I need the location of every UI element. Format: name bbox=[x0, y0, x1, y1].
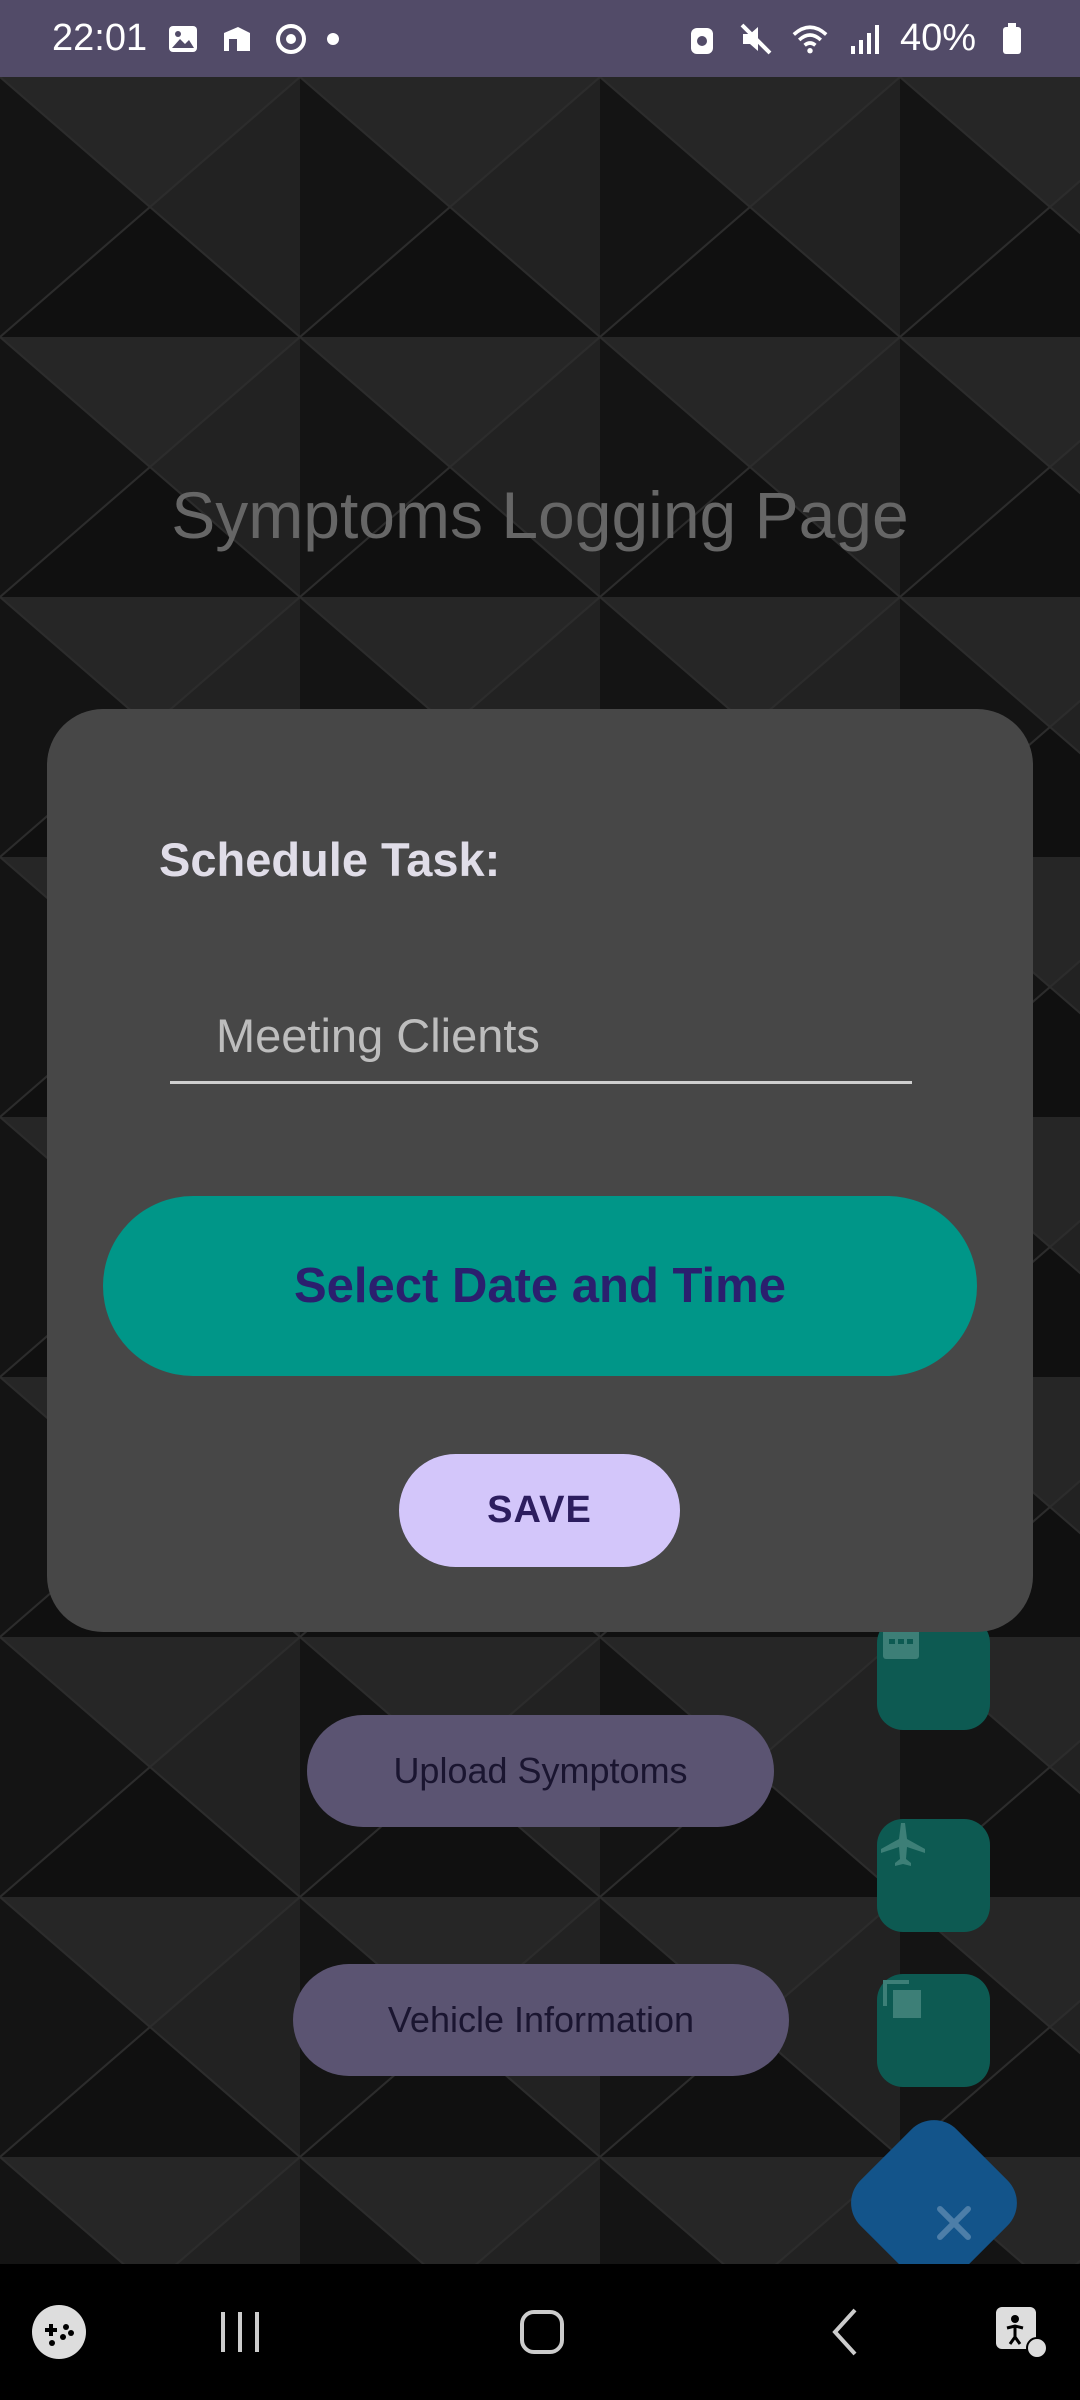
task-input-container bbox=[170, 989, 912, 1084]
signal-icon bbox=[846, 21, 882, 57]
battery-icon bbox=[994, 21, 1030, 57]
game-launcher-button[interactable] bbox=[24, 2264, 94, 2400]
image-icon bbox=[165, 21, 201, 57]
close-icon bbox=[937, 2206, 971, 2240]
select-date-time-button[interactable]: Select Date and Time bbox=[103, 1196, 977, 1376]
battery-percent: 40% bbox=[899, 17, 976, 59]
screen-record-icon bbox=[273, 21, 309, 57]
flight-fab[interactable] bbox=[877, 1819, 990, 1932]
page-title: Symptoms Logging Page bbox=[171, 478, 909, 552]
copy-fab[interactable] bbox=[877, 1974, 990, 2087]
home-button[interactable] bbox=[500, 2264, 584, 2400]
mute-icon bbox=[738, 21, 774, 57]
status-time: 22:01 bbox=[52, 17, 148, 59]
alarm-icon bbox=[684, 21, 720, 57]
schedule-task-dialog: Schedule Task: Select Date and Time SAVE bbox=[47, 709, 1033, 1632]
accessibility-icon bbox=[996, 2307, 1048, 2359]
notification-dot-icon bbox=[327, 32, 340, 45]
screen: 22:01 40% Symptoms Logging Page Upload S… bbox=[0, 0, 1080, 2400]
upload-symptoms-button[interactable]: Upload Symptoms bbox=[307, 1715, 774, 1827]
accessibility-button[interactable] bbox=[990, 2264, 1052, 2400]
dialog-title: Schedule Task: bbox=[159, 833, 501, 886]
recents-icon bbox=[221, 2312, 259, 2352]
game-launcher-icon bbox=[32, 2305, 86, 2359]
task-input[interactable] bbox=[170, 989, 912, 1081]
save-button[interactable]: SAVE bbox=[399, 1454, 680, 1567]
status-bar: 22:01 40% bbox=[0, 0, 1080, 77]
calendar-fab[interactable] bbox=[877, 1617, 990, 1730]
cast-icon bbox=[219, 21, 255, 57]
flight-icon bbox=[881, 1823, 925, 1866]
recents-button[interactable] bbox=[200, 2264, 280, 2400]
back-button[interactable] bbox=[820, 2264, 870, 2400]
status-bar-left: 22:01 bbox=[52, 17, 340, 60]
back-icon bbox=[832, 2308, 857, 2356]
copy-icon bbox=[883, 1980, 921, 2018]
vehicle-information-button[interactable]: Vehicle Information bbox=[293, 1964, 789, 2076]
status-bar-right: 40% bbox=[684, 17, 1030, 60]
home-icon bbox=[520, 2310, 564, 2354]
wifi-icon bbox=[792, 21, 828, 57]
navigation-bar bbox=[0, 2264, 1080, 2400]
